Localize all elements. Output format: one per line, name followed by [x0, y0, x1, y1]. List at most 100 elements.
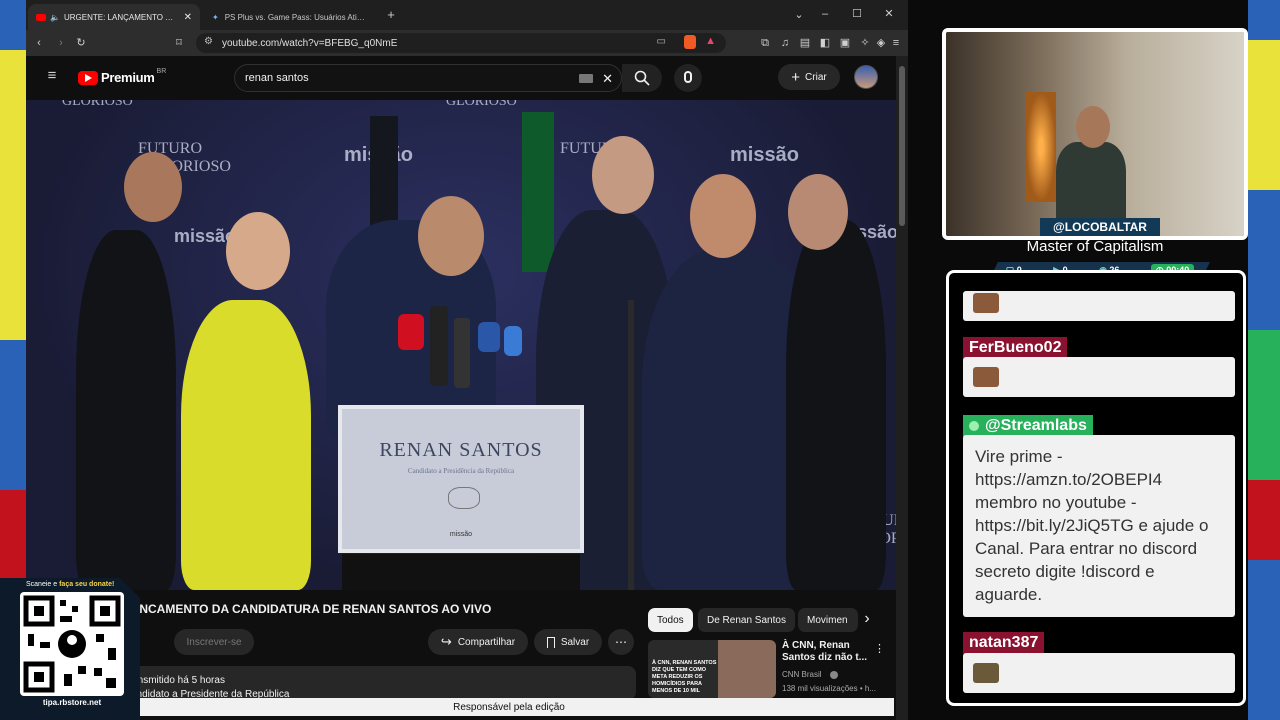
forward-icon[interactable]: ›: [54, 36, 68, 50]
qr-code[interactable]: [20, 592, 124, 696]
chip-from-channel[interactable]: De Renan Santos: [698, 608, 795, 632]
qr-caption-highlight: faça seu donate!: [59, 581, 115, 588]
reading-list-icon[interactable]: ▤: [798, 36, 812, 50]
back-icon[interactable]: ‹: [32, 36, 46, 50]
media-icon[interactable]: ♫: [778, 36, 792, 50]
podium-subtitle: Candidato a Presidência da República: [407, 467, 515, 475]
save-button[interactable]: Salvar: [534, 629, 602, 655]
leo-icon[interactable]: ✧: [858, 36, 872, 50]
recommended-channel: CNN Brasil: [782, 670, 822, 679]
region-code: BR: [156, 68, 167, 75]
youtube-header: ≡ Premium BR renan santos ✕ + Criar: [26, 56, 896, 100]
backdrop-word: missão: [730, 144, 799, 166]
chips-next-icon[interactable]: ›: [860, 611, 874, 627]
keyboard-icon[interactable]: [579, 74, 593, 83]
cam-nameplate: @LOCOBALTAR: [1040, 218, 1160, 236]
address-bar: ‹ › ↻ ⌑ ⚙ youtube.com/watch?v=BFEBG_q0Nm…: [26, 30, 908, 56]
share-label: Compartilhar: [457, 636, 516, 648]
tab-youtube[interactable]: 🔈 URGENTE: LANÇAMENTO DA CAN... ✕: [28, 4, 200, 30]
chat-username: natan387: [963, 632, 1045, 654]
podium-logo: missão: [449, 531, 473, 538]
stream-title: Master of Capitalism: [1026, 238, 1164, 255]
video-description[interactable]: transmitido há 5 horas candidato a Presi…: [122, 666, 636, 700]
search-icon: [634, 70, 650, 86]
video-title: CANCAMENTO DA CANDIDATURA DE RENAN SANTO…: [122, 602, 492, 616]
recommended-video[interactable]: À CNN, RENAN SANTOS DIZ QUE TEM COMO MET…: [648, 640, 888, 698]
podium-base: [342, 554, 580, 590]
youtube-favicon-icon: [36, 13, 46, 21]
thumbnail-person: [718, 640, 776, 698]
more-vertical-icon[interactable]: ⋮: [874, 642, 885, 656]
search-button[interactable]: [622, 64, 662, 92]
jaguar-emblem-icon: [448, 487, 480, 509]
menu-icon[interactable]: ≡: [890, 36, 902, 50]
tab-search-icon[interactable]: ⌄: [792, 8, 806, 22]
voice-search-button[interactable]: [674, 64, 702, 92]
extensions-icon[interactable]: ⧉: [758, 36, 772, 50]
chat-message: Vire prime - https://amzn.to/2OBEPI4 mem…: [963, 435, 1235, 617]
verified-icon: [830, 671, 838, 679]
create-button[interactable]: + Criar: [778, 64, 840, 90]
scrollbar[interactable]: [896, 56, 908, 720]
wallet-icon[interactable]: ▣: [838, 36, 852, 50]
youtube-premium-logo[interactable]: Premium BR: [78, 68, 167, 85]
chat-panel: FerBueno02 @Streamlabs Vire prime - http…: [946, 270, 1246, 706]
microphone-cluster: [396, 306, 526, 406]
thumbnail-text: À CNN, RENAN SANTOS DIZ QUE TEM COMO MET…: [652, 660, 717, 694]
reload-icon[interactable]: ↻: [74, 36, 88, 50]
person-head: [592, 136, 654, 214]
search-input[interactable]: renan santos ✕: [234, 64, 622, 92]
site-info-icon[interactable]: ⚙: [204, 36, 213, 47]
subscribe-button[interactable]: Inscrever-se: [174, 629, 254, 655]
account-avatar[interactable]: [854, 65, 878, 89]
create-label: Criar: [805, 71, 827, 83]
video-player[interactable]: GLORIOSO GLORIOSO FUTURO GLORIOSO missão…: [26, 100, 896, 590]
streamer-head: [1076, 106, 1110, 148]
bookmark-save-icon: [546, 636, 555, 648]
streamer-handle: @LOCOBALTAR: [1053, 220, 1147, 234]
brave-shield-icon[interactable]: [684, 35, 696, 49]
brave-rewards-icon[interactable]: ▲: [705, 35, 716, 47]
person-head: [690, 174, 756, 258]
bookmark-icon[interactable]: ⌑: [172, 36, 186, 50]
share-button[interactable]: ↪ Compartilhar: [428, 629, 528, 655]
caption-text: Responsável pela edição: [453, 701, 565, 713]
tab-close-icon[interactable]: ✕: [184, 12, 192, 23]
qr-caption-top: Scaneie e faça seu donate!: [26, 581, 114, 588]
clear-search-icon[interactable]: ✕: [602, 71, 613, 87]
url-text: youtube.com/watch?v=BFEBG_q0NmE: [222, 37, 398, 49]
chip-all[interactable]: Todos: [648, 608, 693, 632]
vpn-icon[interactable]: ◈: [874, 36, 888, 50]
hamburger-menu-icon[interactable]: ≡: [44, 68, 60, 83]
bg-strip-right-yellow: [1248, 40, 1280, 190]
person: [181, 300, 311, 590]
chat-message: [963, 357, 1235, 397]
backdrop-word: GLORIOSO: [446, 100, 517, 109]
tab-gemini[interactable]: ✦ PS Plus vs. Game Pass: Usuários Ativos…: [204, 4, 376, 30]
streamlabs-icon: [969, 421, 979, 431]
gemini-favicon-icon: ✦: [212, 12, 219, 22]
chip-movement[interactable]: Movimen: [798, 608, 858, 632]
backdrop-word: GLORIOSO: [62, 100, 133, 109]
new-tab-button[interactable]: +: [384, 8, 398, 22]
emote-icon: [973, 293, 999, 313]
more-actions-button[interactable]: ⋯: [608, 629, 634, 655]
person: [786, 220, 886, 590]
cast-icon[interactable]: ▭: [657, 36, 666, 47]
qr-caption-prefix: Scaneie e: [26, 581, 60, 588]
flag: [522, 112, 554, 272]
logo-text: Premium: [101, 70, 155, 85]
qr-caption-bottom: tipa.rbstore.net: [42, 698, 102, 707]
minimize-icon[interactable]: –: [818, 7, 832, 21]
close-window-icon[interactable]: ✕: [882, 7, 896, 21]
url-field[interactable]: ⚙ youtube.com/watch?v=BFEBG_q0NmE ▭ ▲: [196, 33, 726, 53]
maximize-icon[interactable]: ☐: [850, 7, 864, 21]
chat-username-text: @Streamlabs: [985, 417, 1087, 434]
recommended-title: À CNN, Renan Santos diz não t...: [782, 640, 868, 663]
emote-icon: [973, 367, 999, 387]
audio-icon[interactable]: 🔈: [50, 13, 60, 22]
sidebar-icon[interactable]: ◧: [818, 36, 832, 50]
youtube-logo-icon: [78, 70, 98, 85]
chat-username: @Streamlabs: [963, 415, 1093, 437]
scrollbar-thumb[interactable]: [899, 66, 905, 226]
